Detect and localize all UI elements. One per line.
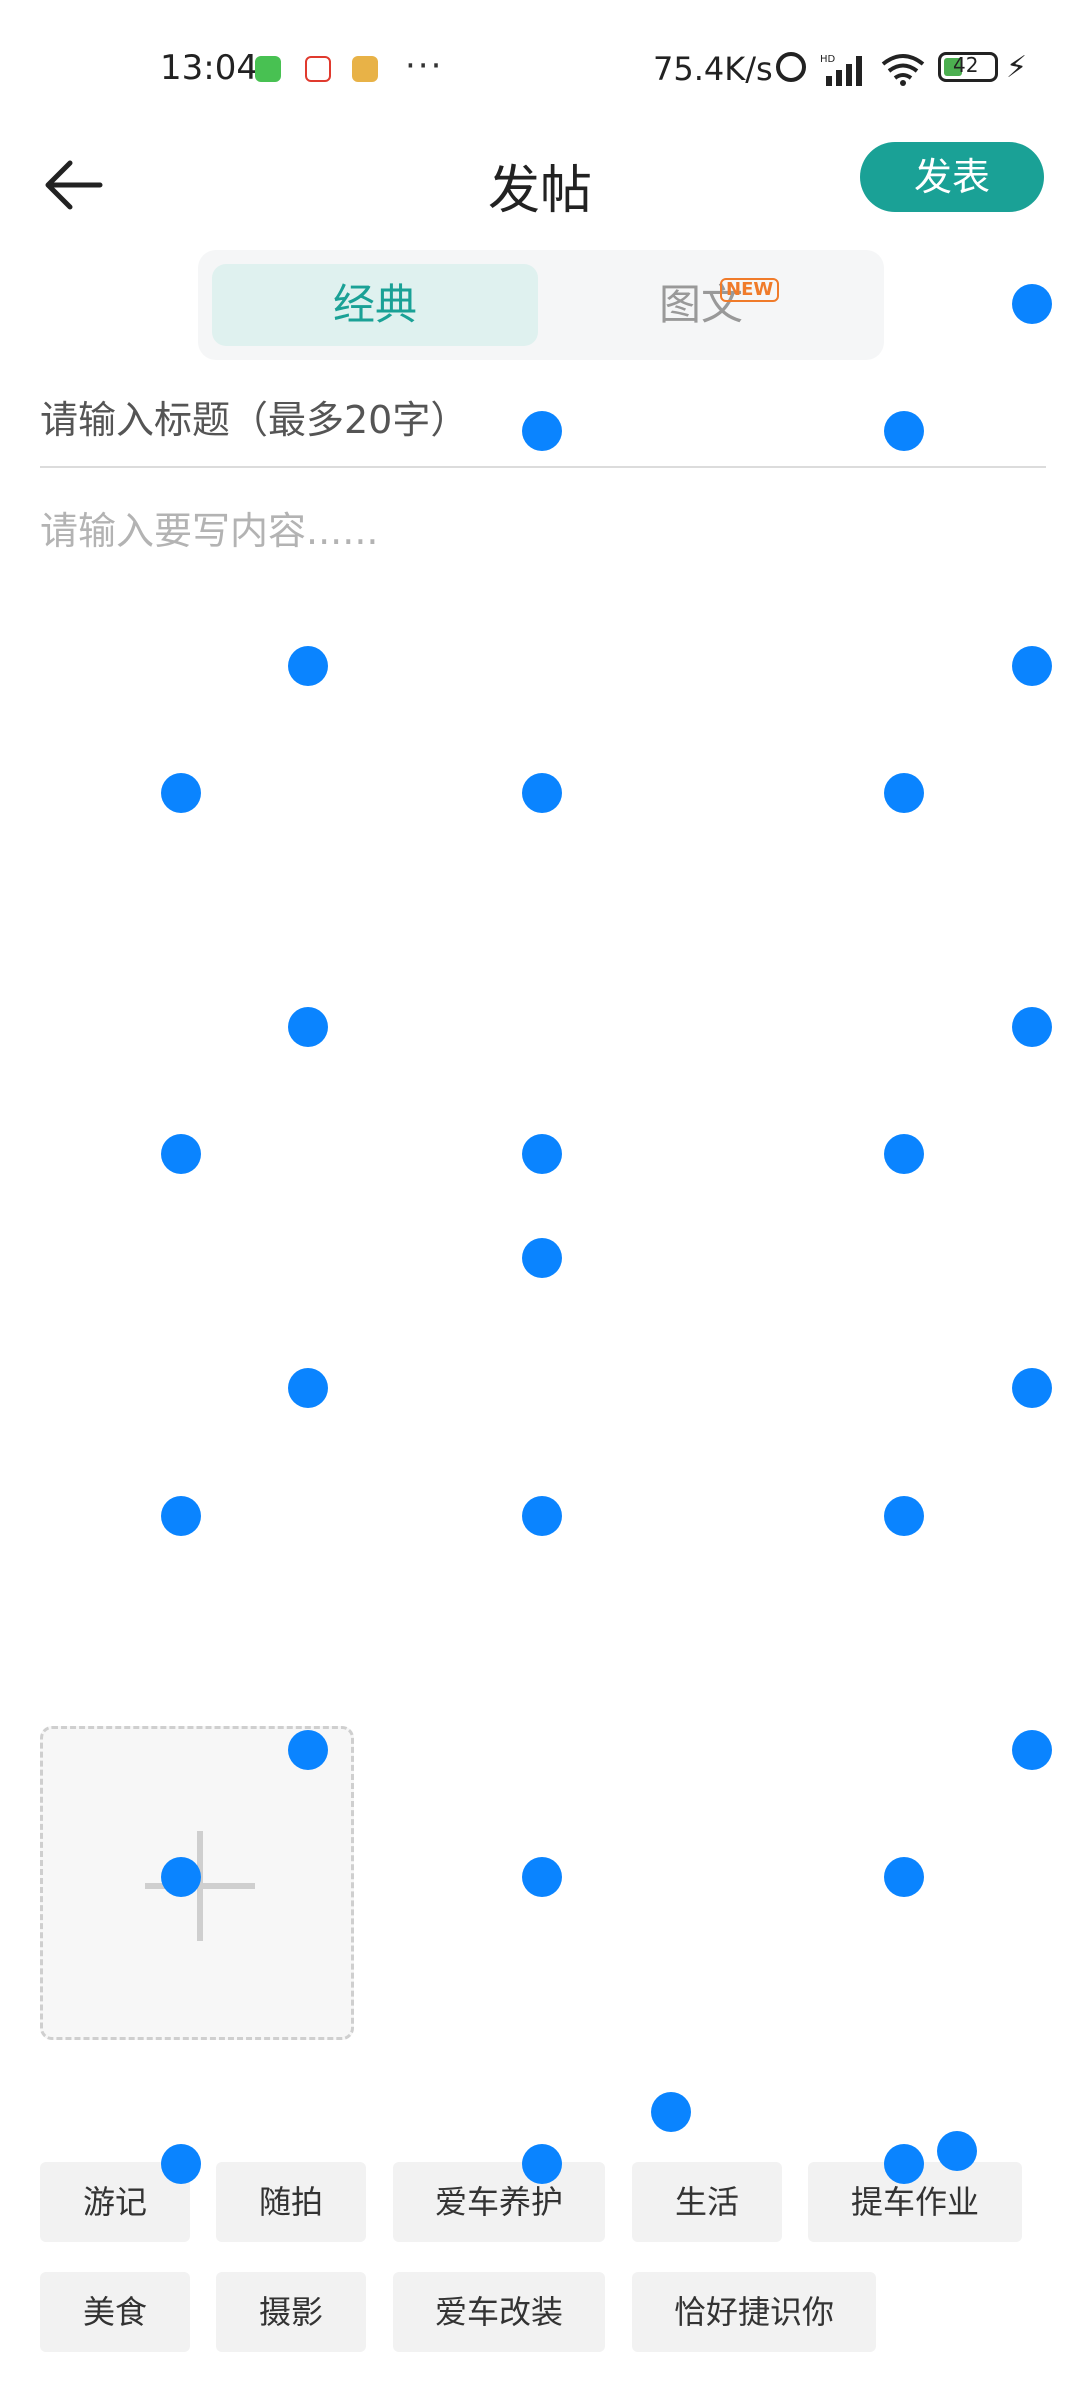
overlay-dot bbox=[1012, 1730, 1052, 1770]
overlay-dot bbox=[651, 2092, 691, 2132]
overlay-dot bbox=[161, 1496, 201, 1536]
overlay-dot bbox=[161, 1857, 201, 1897]
network-speed: 75.4K/s bbox=[653, 50, 773, 88]
overlay-dot bbox=[522, 773, 562, 813]
overlay-dot bbox=[288, 1730, 328, 1770]
tab-classic[interactable]: 经典 bbox=[212, 264, 538, 346]
status-bar: 13:04 ··· 75.4K/s HD 42 ⚡ bbox=[0, 0, 1080, 140]
tag-item[interactable]: 爱车养护 bbox=[393, 2162, 605, 2242]
tag-item[interactable]: 随拍 bbox=[216, 2162, 366, 2242]
overlay-dot bbox=[522, 1496, 562, 1536]
charging-icon: ⚡ bbox=[1006, 50, 1028, 85]
overlay-dot bbox=[884, 1134, 924, 1174]
overlay-dot bbox=[937, 2131, 977, 2171]
overlay-dot bbox=[522, 1857, 562, 1897]
alarm-icon bbox=[776, 52, 806, 82]
hd-signal-icon: HD bbox=[820, 54, 862, 86]
header: 发帖 发表 bbox=[0, 130, 1080, 240]
plus-icon bbox=[145, 1831, 255, 1941]
overlay-dot bbox=[161, 1134, 201, 1174]
status-time: 13:04 bbox=[160, 48, 258, 88]
wifi-icon bbox=[881, 54, 925, 86]
overlay-dot bbox=[288, 1368, 328, 1408]
overlay-dot bbox=[884, 1857, 924, 1897]
app-notification-icon bbox=[352, 56, 378, 82]
more-notifications-icon: ··· bbox=[405, 46, 444, 86]
publish-button[interactable]: 发表 bbox=[860, 142, 1044, 212]
overlay-dot bbox=[1012, 1007, 1052, 1047]
tag-item[interactable]: 恰好捷识你 bbox=[632, 2272, 876, 2352]
overlay-dot bbox=[522, 2144, 562, 2184]
battery-level: 42 bbox=[953, 53, 979, 77]
overlay-dot bbox=[1012, 284, 1052, 324]
overlay-dot bbox=[522, 1134, 562, 1174]
tab-image-text[interactable]: 图文 bbox=[538, 264, 864, 346]
tag-item[interactable]: 美食 bbox=[40, 2272, 190, 2352]
overlay-dot bbox=[1012, 1368, 1052, 1408]
battery-icon: 42 bbox=[938, 52, 998, 82]
overlay-dot bbox=[884, 773, 924, 813]
overlay-dot bbox=[161, 773, 201, 813]
overlay-dot bbox=[522, 1238, 562, 1278]
tag-item[interactable]: 爱车改装 bbox=[393, 2272, 605, 2352]
tag-item[interactable]: 生活 bbox=[632, 2162, 782, 2242]
overlay-dot bbox=[161, 2144, 201, 2184]
divider bbox=[40, 466, 1046, 468]
app-notification-icon bbox=[255, 56, 281, 82]
overlay-dot bbox=[288, 646, 328, 686]
post-type-tabs: 经典 图文 NEW bbox=[198, 250, 884, 360]
overlay-dot bbox=[522, 411, 562, 451]
svg-text:HD: HD bbox=[820, 54, 836, 65]
app-notification-icon bbox=[305, 56, 331, 82]
overlay-dot bbox=[884, 2144, 924, 2184]
overlay-dot bbox=[884, 411, 924, 451]
new-badge: NEW bbox=[720, 278, 780, 302]
overlay-dot bbox=[288, 1007, 328, 1047]
tag-item[interactable]: 摄影 bbox=[216, 2272, 366, 2352]
overlay-dot bbox=[1012, 646, 1052, 686]
overlay-dot bbox=[884, 1496, 924, 1536]
